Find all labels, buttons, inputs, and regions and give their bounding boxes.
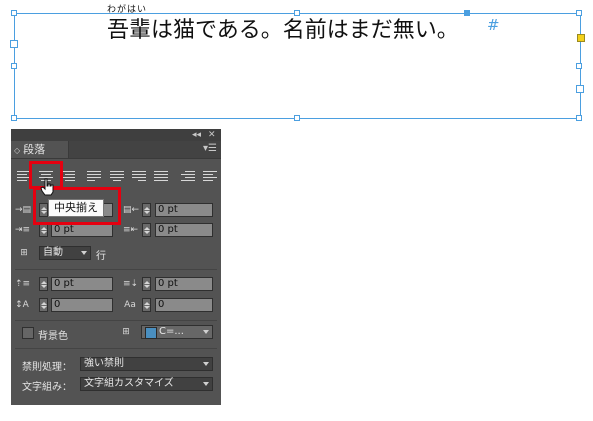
shading-color-value: C=... [159,326,184,337]
space-before-field[interactable]: 0 pt [51,277,113,291]
justify-all-button[interactable] [154,169,168,183]
shading-color-dropdown[interactable]: C=... [141,325,213,339]
first-line-indent-field[interactable]: 0 pt [51,223,113,237]
justify-last-right-button[interactable] [132,169,146,183]
drop-cap-lines-icon: ↕A [15,300,29,310]
chevron-updown-icon: ◇ [14,146,21,155]
drop-cap-chars-icon: Aa [124,300,136,310]
right-indent-icon: ▤← [123,205,140,215]
kinsoku-dropdown[interactable]: 強い禁則 [80,357,213,371]
last-line-indent-icon: ≡⇤ [123,225,139,235]
frame-handle-top-left[interactable] [11,10,17,16]
chevron-down-icon [203,382,209,386]
align-away-from-spine-button[interactable] [203,169,217,183]
mojikumi-dropdown[interactable]: 文字組カスタマイズ [80,377,213,391]
drop-cap-chars-field[interactable]: 0 [155,298,213,312]
frame-out-port[interactable] [576,85,584,93]
tooltip: 中央揃え [48,199,104,217]
shading-settings-icon[interactable]: ⊞ [119,325,133,339]
color-swatch-icon [145,327,157,339]
right-indent-stepper[interactable] [142,203,151,217]
chevron-down-icon [203,330,209,334]
drop-cap-chars-stepper[interactable] [142,298,151,312]
panel-divider [15,269,217,270]
close-icon[interactable]: ✕ [208,130,216,140]
end-of-story-mark: # [487,16,500,34]
frame-in-port[interactable] [10,40,18,48]
double-chevron-left-icon[interactable]: ◂◂ [192,130,201,140]
frame-handle-bottom-right[interactable] [576,115,582,121]
last-line-indent-field[interactable]: 0 pt [155,223,213,237]
tab-paragraph-label: 段落 [23,143,46,156]
kinsoku-label: 禁則処理： [22,362,72,373]
grid-leading-icon: ⊞ [20,248,28,258]
shading-label: 背景色 [38,331,68,342]
align-towards-spine-button[interactable] [181,169,195,183]
left-indent-icon: →▤ [15,205,32,215]
tab-paragraph[interactable]: ◇ 段落 [11,141,69,158]
space-after-stepper[interactable] [142,277,151,291]
justify-last-center-button[interactable] [110,169,124,183]
shading-checkbox[interactable] [22,327,34,339]
space-before-stepper[interactable] [39,277,48,291]
hand-cursor-icon [40,178,54,196]
panel-divider [15,348,217,349]
leading-unit-label: 行 [96,251,106,262]
frame-handle-bottom-left[interactable] [11,115,17,121]
frame-handle-bottom-center[interactable] [294,115,300,121]
panel-titlebar[interactable]: ◂◂ ✕ [11,129,221,141]
panel-menu-icon[interactable]: ▾☰ [203,143,217,154]
frame-handle-mid-left[interactable] [11,63,17,69]
chevron-down-icon [203,362,209,366]
kinsoku-value: 強い禁則 [84,358,124,369]
frame-handle-top-right[interactable] [576,10,582,16]
space-before-icon: ⇡≡ [15,279,31,289]
leading-dropdown[interactable]: 自動 [39,246,91,260]
first-line-indent-icon: ⇥≡ [15,225,31,235]
space-after-icon: ≡⇣ [123,279,139,289]
panel-divider [15,320,217,321]
body-text[interactable]: 吾輩は猫である。名前はまだ無い。 [107,12,459,44]
first-line-indent-stepper[interactable] [39,223,48,237]
justify-last-left-button[interactable] [87,169,101,183]
align-right-button[interactable] [61,169,75,183]
drop-cap-lines-stepper[interactable] [39,298,48,312]
frame-corner-option-icon[interactable] [577,34,585,42]
right-indent-field[interactable]: 0 pt [155,203,213,217]
leading-dropdown-value: 自動 [43,247,63,258]
mojikumi-label: 文字組み： [22,382,72,393]
space-after-field[interactable]: 0 pt [155,277,213,291]
drop-cap-lines-field[interactable]: 0 [51,298,113,312]
last-line-indent-stepper[interactable] [142,223,151,237]
mojikumi-value: 文字組カスタマイズ [84,378,174,389]
frame-handle-mid-right[interactable] [576,63,582,69]
chevron-down-icon [81,251,87,255]
frame-handle-top-right-anchor[interactable] [464,10,470,16]
